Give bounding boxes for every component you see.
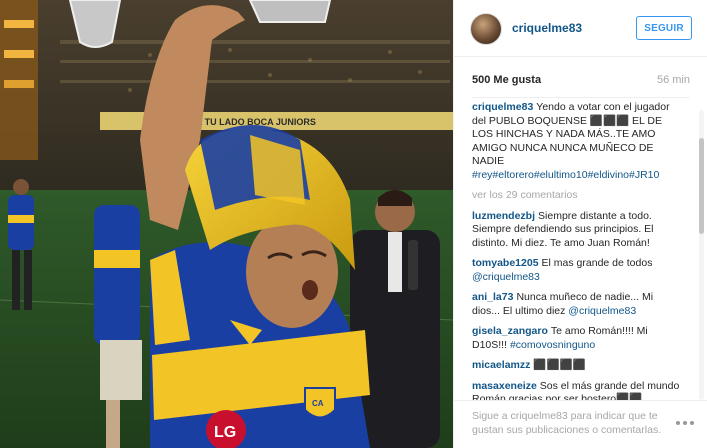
comment-text: ⬛⬛⬛⬛ — [533, 359, 586, 371]
post-footer: Sigue a criquelme83 para indicar que te … — [454, 400, 707, 448]
dot — [683, 421, 687, 425]
svg-text:CA: CA — [312, 399, 324, 408]
comment-username[interactable]: micaelamzz — [472, 359, 530, 371]
more-options-icon[interactable] — [676, 421, 694, 427]
post-side-panel: criquelme83 SEGUIR 500 Me gusta 56 min c… — [453, 0, 707, 448]
comment: micaelamzz ⬛⬛⬛⬛ — [472, 359, 682, 373]
post-time[interactable]: 56 min — [657, 74, 690, 86]
comments-list: criquelme83 Yendo a votar con el jugador … — [472, 101, 682, 401]
comment-username[interactable]: ani_la73 — [472, 291, 513, 303]
avatar[interactable] — [470, 13, 502, 45]
comment-username[interactable]: gisela_zangaro — [472, 325, 548, 337]
follow-button[interactable]: SEGUIR — [636, 16, 692, 40]
dot — [676, 421, 680, 425]
username-link[interactable]: criquelme83 — [512, 21, 582, 35]
comment: luzmendezbj Siempre distante a todo. Siem… — [472, 210, 682, 251]
post-stats: 500 Me gusta 56 min — [454, 57, 707, 97]
comment: gisela_zangaro Te amo Román!!!! Mi D10S!!… — [472, 325, 682, 352]
dot — [690, 421, 694, 425]
scrollbar-thumb[interactable] — [699, 138, 704, 234]
post-photo[interactable]: COPA SERA TU LADO BOCA JUNIORS CA LG — [0, 0, 453, 448]
comment-username[interactable]: tomyabe1205 — [472, 257, 539, 269]
comment: tomyabe1205 El mas grande de todos @criqu… — [472, 257, 682, 284]
follow-prompt: Sigue a criquelme83 para indicar que te … — [472, 410, 662, 436]
comment-hashtag[interactable]: #comovosninguno — [510, 339, 595, 351]
comments-scrollbar[interactable] — [699, 110, 704, 400]
sponsor-logo: LG — [214, 424, 236, 441]
comment-username[interactable]: masaxeneize — [472, 380, 537, 392]
comment-mention[interactable]: @criquelme83 — [472, 271, 540, 283]
likes-count[interactable]: 500 Me gusta — [472, 74, 541, 86]
caption-username[interactable]: criquelme83 — [472, 101, 533, 113]
view-more-comments[interactable]: ver los 29 comentarios — [472, 189, 682, 203]
comment: ani_la73 Nunca muñeco de nadie... Mi dios… — [472, 291, 682, 318]
caption-hashtags[interactable]: #rey#eltorero#elultimo10#eldivino#JR10 — [472, 169, 659, 181]
caption: criquelme83 Yendo a votar con el jugador … — [472, 101, 682, 182]
post-header: criquelme83 SEGUIR — [454, 0, 707, 57]
divider — [472, 97, 690, 98]
comment: masaxeneize Sos el más grande del mundo R… — [472, 380, 682, 402]
comment-text: El mas grande de todos — [541, 257, 653, 269]
photo-illustration: COPA SERA TU LADO BOCA JUNIORS CA LG — [0, 0, 453, 448]
comment-username[interactable]: luzmendezbj — [472, 210, 535, 222]
comment-mention[interactable]: @criquelme83 — [568, 305, 636, 317]
